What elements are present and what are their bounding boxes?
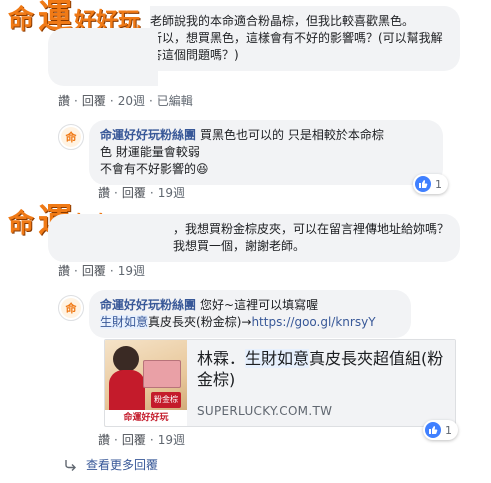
avatar-logo-icon: 命: [61, 298, 81, 318]
reply-link[interactable]: 回覆: [82, 262, 106, 279]
product-tag[interactable]: 生財如意: [100, 315, 149, 329]
thumbs-up-icon: [425, 422, 441, 438]
reply-link[interactable]: 回覆: [122, 431, 146, 448]
reply-author[interactable]: 命運好好玩粉絲團: [100, 298, 196, 312]
reply-link[interactable]: 回覆: [82, 92, 106, 109]
like-link[interactable]: 讚: [58, 92, 70, 109]
like-link[interactable]: 讚: [98, 184, 110, 201]
view-more-replies-link[interactable]: 查看更多回覆: [64, 456, 158, 473]
view-more-replies-label[interactable]: 查看更多回覆: [86, 456, 158, 473]
timestamp[interactable]: 20週: [118, 92, 145, 109]
product-image: 粉金棕 命運好好玩: [105, 340, 187, 426]
like-link[interactable]: 讚: [58, 262, 70, 279]
avatar[interactable]: 命: [58, 124, 84, 150]
comment-bubble-left: [48, 28, 158, 86]
like-link[interactable]: 讚: [98, 431, 110, 448]
link-preview-title[interactable]: 林霖．生財如意真皮長夾超值組(粉金棕): [197, 348, 445, 390]
reply-actions: 讚 · 回覆 · 19週: [98, 184, 185, 201]
link-preview-card[interactable]: 粉金棕 命運好好玩 林霖．生財如意真皮長夾超值組(粉金棕) SUPERLUCKY…: [104, 339, 456, 427]
timestamp[interactable]: 19週: [158, 431, 185, 448]
person-silhouette-icon: [113, 346, 139, 372]
comment-text: ，我想買粉金棕皮夾，可以在留言裡傳地址給妳嗎？我想買一個，謝謝老師。: [173, 222, 450, 253]
reply-text: 您好~這裡可以填寫喔: [200, 298, 319, 312]
reply-bubble: 命運好好玩粉絲團 您好~這裡可以填寫喔 生財如意真皮長夾(粉金棕)→https:/…: [89, 290, 411, 338]
wallet-icon: [143, 360, 181, 388]
image-badge: 粉金棕: [151, 392, 181, 408]
comment-actions: 讚 · 回覆 · 20週 · 已編輯: [58, 92, 193, 109]
brand-logo-char: 命: [8, 209, 35, 239]
reaction-count[interactable]: 1: [413, 174, 448, 194]
reply-arrow-icon: [65, 459, 76, 471]
comment-bubble: 老師說我的本命適合粉晶棕，但我比較喜歡黑色。 所以，想買黑色，這樣會有不好的影響…: [150, 6, 460, 71]
thumbs-up-icon: [415, 176, 431, 192]
reply-actions: 讚 · 回覆 · 19週: [98, 431, 185, 448]
reply-link[interactable]: 回覆: [122, 184, 146, 201]
reaction-number: 1: [445, 423, 452, 437]
avatar-logo-icon: 命: [61, 127, 81, 147]
timestamp[interactable]: 19週: [158, 184, 185, 201]
avatar[interactable]: 命: [58, 295, 84, 321]
edited-label[interactable]: 已編輯: [157, 92, 193, 109]
image-brand: 命運好好玩: [105, 410, 187, 426]
reply-text: 真皮長夾(粉金棕)→: [148, 315, 252, 329]
reaction-count[interactable]: 1: [423, 420, 458, 440]
timestamp[interactable]: 19週: [118, 262, 145, 279]
comment-actions: 讚 · 回覆 · 19週: [58, 262, 145, 279]
reply-bubble: 命運好好玩粉絲團 買黑色也可以的 只是相較於本命棕色 財運能量會較弱 不會有不好影…: [89, 120, 443, 185]
product-link[interactable]: https://goo.gl/knrsyY: [251, 315, 375, 329]
reaction-number: 1: [435, 177, 442, 191]
reply-author[interactable]: 命運好好玩粉絲團: [100, 128, 196, 142]
person-body-icon: [109, 370, 145, 410]
comment-bubble: ，我想買粉金棕皮夾，可以在留言裡傳地址給妳嗎？我想買一個，謝謝老師。: [48, 214, 460, 262]
link-preview-domain: SUPERLUCKY.COM.TW: [197, 404, 333, 418]
link-preview-body: 林霖．生財如意真皮長夾超值組(粉金棕) SUPERLUCKY.COM.TW: [187, 340, 455, 426]
comment-text: 老師說我的本命適合粉晶棕，但我比較喜歡黑色。 所以，想買黑色，這樣會有不好的影響…: [150, 14, 443, 62]
laughing-emoji-icon: 😆: [196, 162, 209, 176]
brand-logo-char: 命: [8, 5, 35, 35]
